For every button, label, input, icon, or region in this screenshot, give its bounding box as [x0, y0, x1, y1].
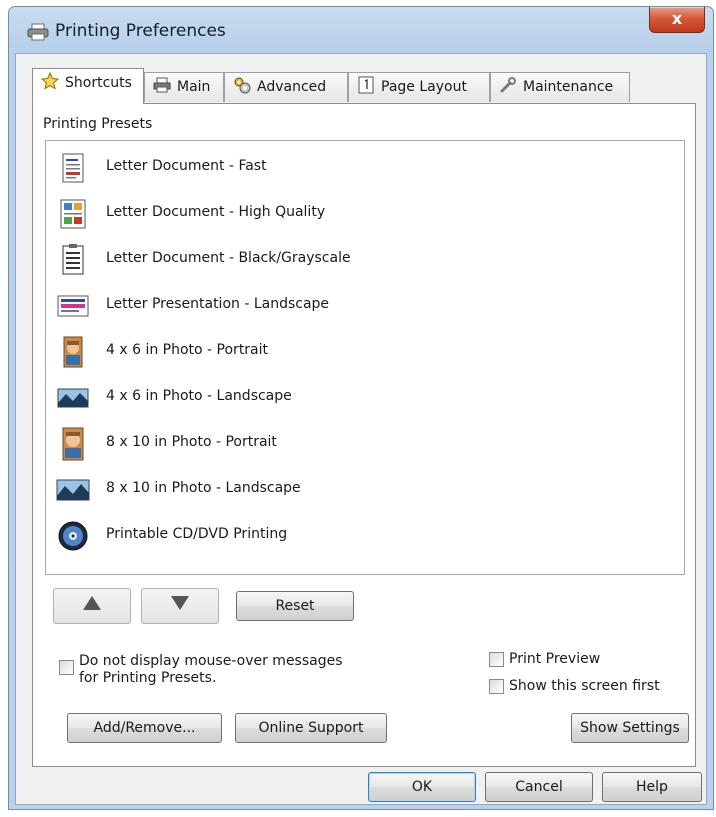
preset-label: 8 x 10 in Photo - Landscape [106, 480, 301, 496]
document-high-quality-icon [60, 199, 86, 229]
tab-label: Shortcuts [65, 75, 132, 91]
print-preview-checkbox[interactable] [489, 652, 504, 667]
window-title: Printing Preferences [55, 21, 226, 41]
preset-label: Printable CD/DVD Printing [106, 526, 288, 542]
tab-label: Page Layout [381, 79, 467, 95]
preset-label: Letter Document - High Quality [106, 204, 326, 220]
presets-list[interactable]: Letter Document - Fast Letter Document -… [45, 140, 685, 575]
close-button[interactable]: x [649, 7, 705, 33]
show-screen-first-checkbox[interactable] [489, 679, 504, 694]
tab-label: Main [177, 79, 211, 95]
photo-landscape-icon [57, 388, 89, 408]
print-preview-label: Print Preview [509, 651, 601, 667]
show-screen-first-label: Show this screen first [509, 678, 660, 694]
tab-main[interactable]: Main [144, 72, 224, 102]
list-item[interactable]: Letter Document - High Quality [46, 191, 684, 237]
list-item[interactable]: 4 x 6 in Photo - Portrait [46, 329, 684, 375]
tab-page-layout[interactable]: Page Layout [348, 72, 490, 102]
move-up-button[interactable] [53, 588, 131, 624]
dialog-client-area: Shortcuts Main Advanced Page Layout Main… [15, 53, 707, 805]
list-item[interactable]: 8 x 10 in Photo - Landscape [46, 467, 684, 513]
list-item[interactable]: 8 x 10 in Photo - Portrait [46, 421, 684, 467]
preset-label: 4 x 6 in Photo - Portrait [106, 342, 269, 358]
hide-mouseover-label: Do not display mouse-over messages for P… [79, 653, 343, 687]
tab-label: Maintenance [523, 79, 614, 95]
cd-dvd-icon [58, 521, 88, 551]
photo-portrait-icon [62, 427, 84, 461]
tab-label: Advanced [257, 79, 327, 95]
star-icon [41, 72, 59, 90]
printing-preferences-window: Printing Preferences x Shortcuts Main Ad… [8, 6, 714, 810]
help-button[interactable]: Help [602, 772, 702, 802]
hide-mouseover-label-line1: Do not display mouse-over messages [79, 653, 343, 669]
hide-mouseover-checkbox[interactable] [59, 660, 74, 675]
preset-label: Letter Document - Fast [106, 158, 267, 174]
list-item[interactable]: Letter Presentation - Landscape [46, 283, 684, 329]
hide-mouseover-label-line2: for Printing Presets. [79, 670, 217, 686]
printer-icon [153, 77, 171, 93]
gears-icon [234, 77, 251, 94]
preset-label: 8 x 10 in Photo - Portrait [106, 434, 277, 450]
ok-button[interactable]: OK [368, 772, 476, 802]
printing-presets-label: Printing Presets [43, 116, 153, 132]
wrench-icon [500, 77, 516, 93]
tab-strip: Shortcuts Main Advanced Page Layout Main… [32, 68, 692, 104]
down-arrow-icon [171, 596, 189, 610]
printer-icon [27, 23, 49, 41]
document-grayscale-icon [62, 244, 84, 275]
list-item[interactable]: Letter Document - Black/Grayscale [46, 237, 684, 283]
page-icon [358, 76, 374, 94]
title-bar[interactable]: Printing Preferences x [9, 7, 713, 53]
online-support-button[interactable]: Online Support [235, 713, 387, 743]
add-remove-button[interactable]: Add/Remove... [67, 713, 222, 743]
reset-button[interactable]: Reset [236, 591, 354, 621]
preset-label: Letter Document - Black/Grayscale [106, 250, 351, 266]
presentation-landscape-icon [57, 295, 89, 317]
tab-maintenance[interactable]: Maintenance [490, 72, 630, 102]
move-down-button[interactable] [141, 588, 219, 624]
list-item[interactable]: 4 x 6 in Photo - Landscape [46, 375, 684, 421]
preset-label: Letter Presentation - Landscape [106, 296, 330, 312]
shortcuts-panel: Printing Presets Letter Document - Fast [32, 103, 696, 767]
tab-shortcuts[interactable]: Shortcuts [32, 68, 144, 104]
photo-portrait-icon [63, 336, 83, 368]
list-item[interactable]: Letter Document - Fast [46, 145, 684, 191]
preset-label: 4 x 6 in Photo - Landscape [106, 388, 292, 404]
list-item[interactable]: Printable CD/DVD Printing [46, 513, 684, 559]
photo-landscape-icon [56, 479, 90, 501]
close-icon: x [671, 9, 683, 28]
up-arrow-icon [83, 596, 101, 610]
show-settings-button[interactable]: Show Settings [571, 713, 689, 743]
tab-advanced[interactable]: Advanced [224, 72, 348, 102]
document-fast-icon [62, 153, 84, 183]
cancel-button[interactable]: Cancel [485, 772, 593, 802]
